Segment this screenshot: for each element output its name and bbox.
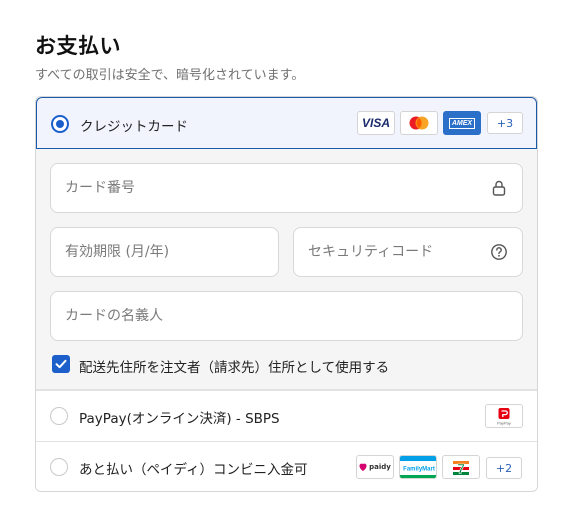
svg-text:7: 7 — [457, 461, 465, 477]
expiry-field[interactable] — [50, 227, 279, 277]
help-circle-icon[interactable] — [490, 243, 508, 261]
more-cards-badge: +3 — [487, 112, 523, 134]
payment-method-credit-card[interactable]: クレジットカード VISA AMEX +3 — [36, 97, 537, 149]
visa-logo: VISA — [357, 111, 395, 135]
payment-methods-box: クレジットカード VISA AMEX +3 カード番号 有効期限 (月/年) セ… — [35, 96, 538, 492]
lock-icon — [492, 180, 506, 196]
billing-address-label: 配送先住所を注文者（請求先）住所として使用する — [79, 360, 390, 376]
more-stores-badge: +2 — [486, 457, 522, 479]
credit-card-label: クレジットカード — [80, 119, 188, 135]
payment-method-paidy[interactable]: あと払い（ペイディ）コンビニ入金可 paidy FamilyMart 7 +2 — [36, 442, 537, 491]
paidy-label: あと払い（ペイディ）コンビニ入金可 — [79, 462, 308, 478]
credit-card-radio[interactable] — [51, 115, 69, 133]
paypay-label: PayPay(オンライン決済) - SBPS — [79, 411, 280, 427]
card-number-input[interactable] — [51, 164, 522, 212]
svg-text:PayPay: PayPay — [497, 421, 511, 426]
familymart-logo: FamilyMart — [399, 455, 437, 479]
paidy-radio[interactable] — [50, 458, 68, 476]
amex-logo: AMEX — [443, 111, 481, 135]
billing-address-checkbox[interactable] — [52, 355, 70, 373]
page-subtitle: すべての取引は安全で、暗号化されています。 — [35, 68, 305, 83]
paidy-logo: paidy — [356, 455, 394, 479]
paypay-logo: PayPay — [485, 404, 523, 428]
page-title: お支払い — [35, 34, 121, 58]
card-number-field[interactable] — [50, 163, 523, 213]
seven-eleven-logo: 7 — [442, 455, 480, 479]
card-form-panel — [36, 149, 537, 390]
payment-method-paypay[interactable]: PayPay(オンライン決済) - SBPS PayPay — [36, 391, 537, 441]
card-holder-field[interactable] — [50, 291, 523, 341]
expiry-input[interactable] — [51, 228, 278, 276]
svg-text:FamilyMart: FamilyMart — [403, 467, 435, 473]
checkmark-icon — [55, 359, 67, 369]
paypay-radio[interactable] — [50, 407, 68, 425]
security-code-input[interactable] — [294, 228, 522, 276]
security-code-field[interactable] — [293, 227, 523, 277]
card-holder-input[interactable] — [51, 292, 522, 340]
mastercard-logo — [400, 111, 438, 135]
